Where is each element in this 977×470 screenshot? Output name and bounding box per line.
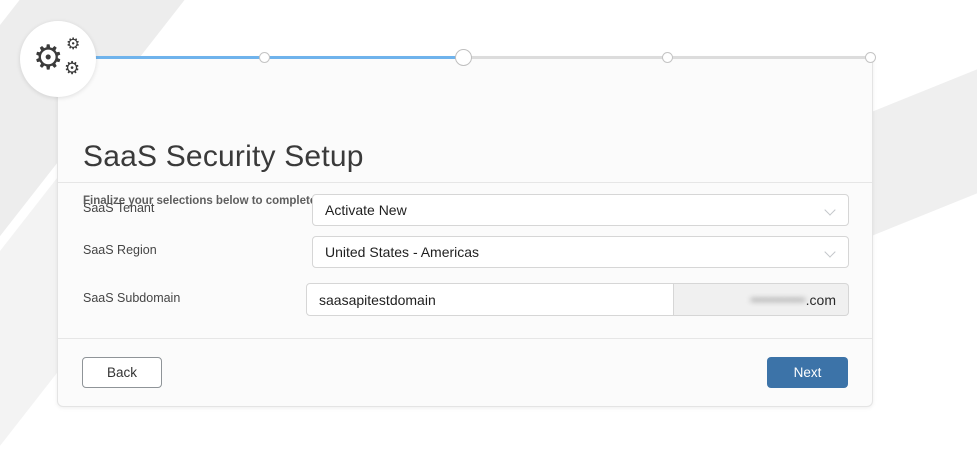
header-divider <box>58 182 872 183</box>
page-title: SaaS Security Setup <box>83 140 364 174</box>
next-button[interactable]: Next <box>767 357 848 388</box>
saas-tenant-value: Activate New <box>325 202 407 218</box>
stepper-dot-2 <box>259 52 270 63</box>
saas-region-dropdown[interactable]: United States - Americas <box>312 236 849 268</box>
stepper-dot-5 <box>865 52 876 63</box>
back-button[interactable]: Back <box>82 357 162 388</box>
saas-region-value: United States - Americas <box>325 244 479 260</box>
saas-region-label: SaaS Region <box>83 243 157 257</box>
gear-icon: ⚙ <box>64 59 80 77</box>
footer-divider <box>58 338 872 339</box>
stepper-dot-4 <box>662 52 673 63</box>
gear-icon: ⚙ <box>33 41 63 75</box>
stepper-dot-3-current <box>455 49 472 66</box>
saas-subdomain-input[interactable] <box>306 283 674 316</box>
chevron-down-icon <box>824 204 835 215</box>
domain-tld-text: .com <box>806 292 836 308</box>
setup-badge: ⚙ ⚙ ⚙ <box>20 21 96 97</box>
saas-subdomain-label: SaaS Subdomain <box>83 291 180 305</box>
redacted-domain-text: ••••••••••••••••• <box>750 293 804 307</box>
setup-wizard-card: ⚙ ⚙ ⚙ SaaS Security Setup Finalize your … <box>57 58 873 407</box>
saas-subdomain-suffix: ••••••••••••••••• .com <box>674 283 849 316</box>
chevron-down-icon <box>824 246 835 257</box>
saas-tenant-label: SaaS Tenant <box>83 201 154 215</box>
saas-subdomain-group: ••••••••••••••••• .com <box>306 283 849 316</box>
gear-icon: ⚙ <box>66 37 80 53</box>
page-background: ⚙ ⚙ ⚙ SaaS Security Setup Finalize your … <box>0 0 977 470</box>
saas-tenant-dropdown[interactable]: Activate New <box>312 194 849 226</box>
